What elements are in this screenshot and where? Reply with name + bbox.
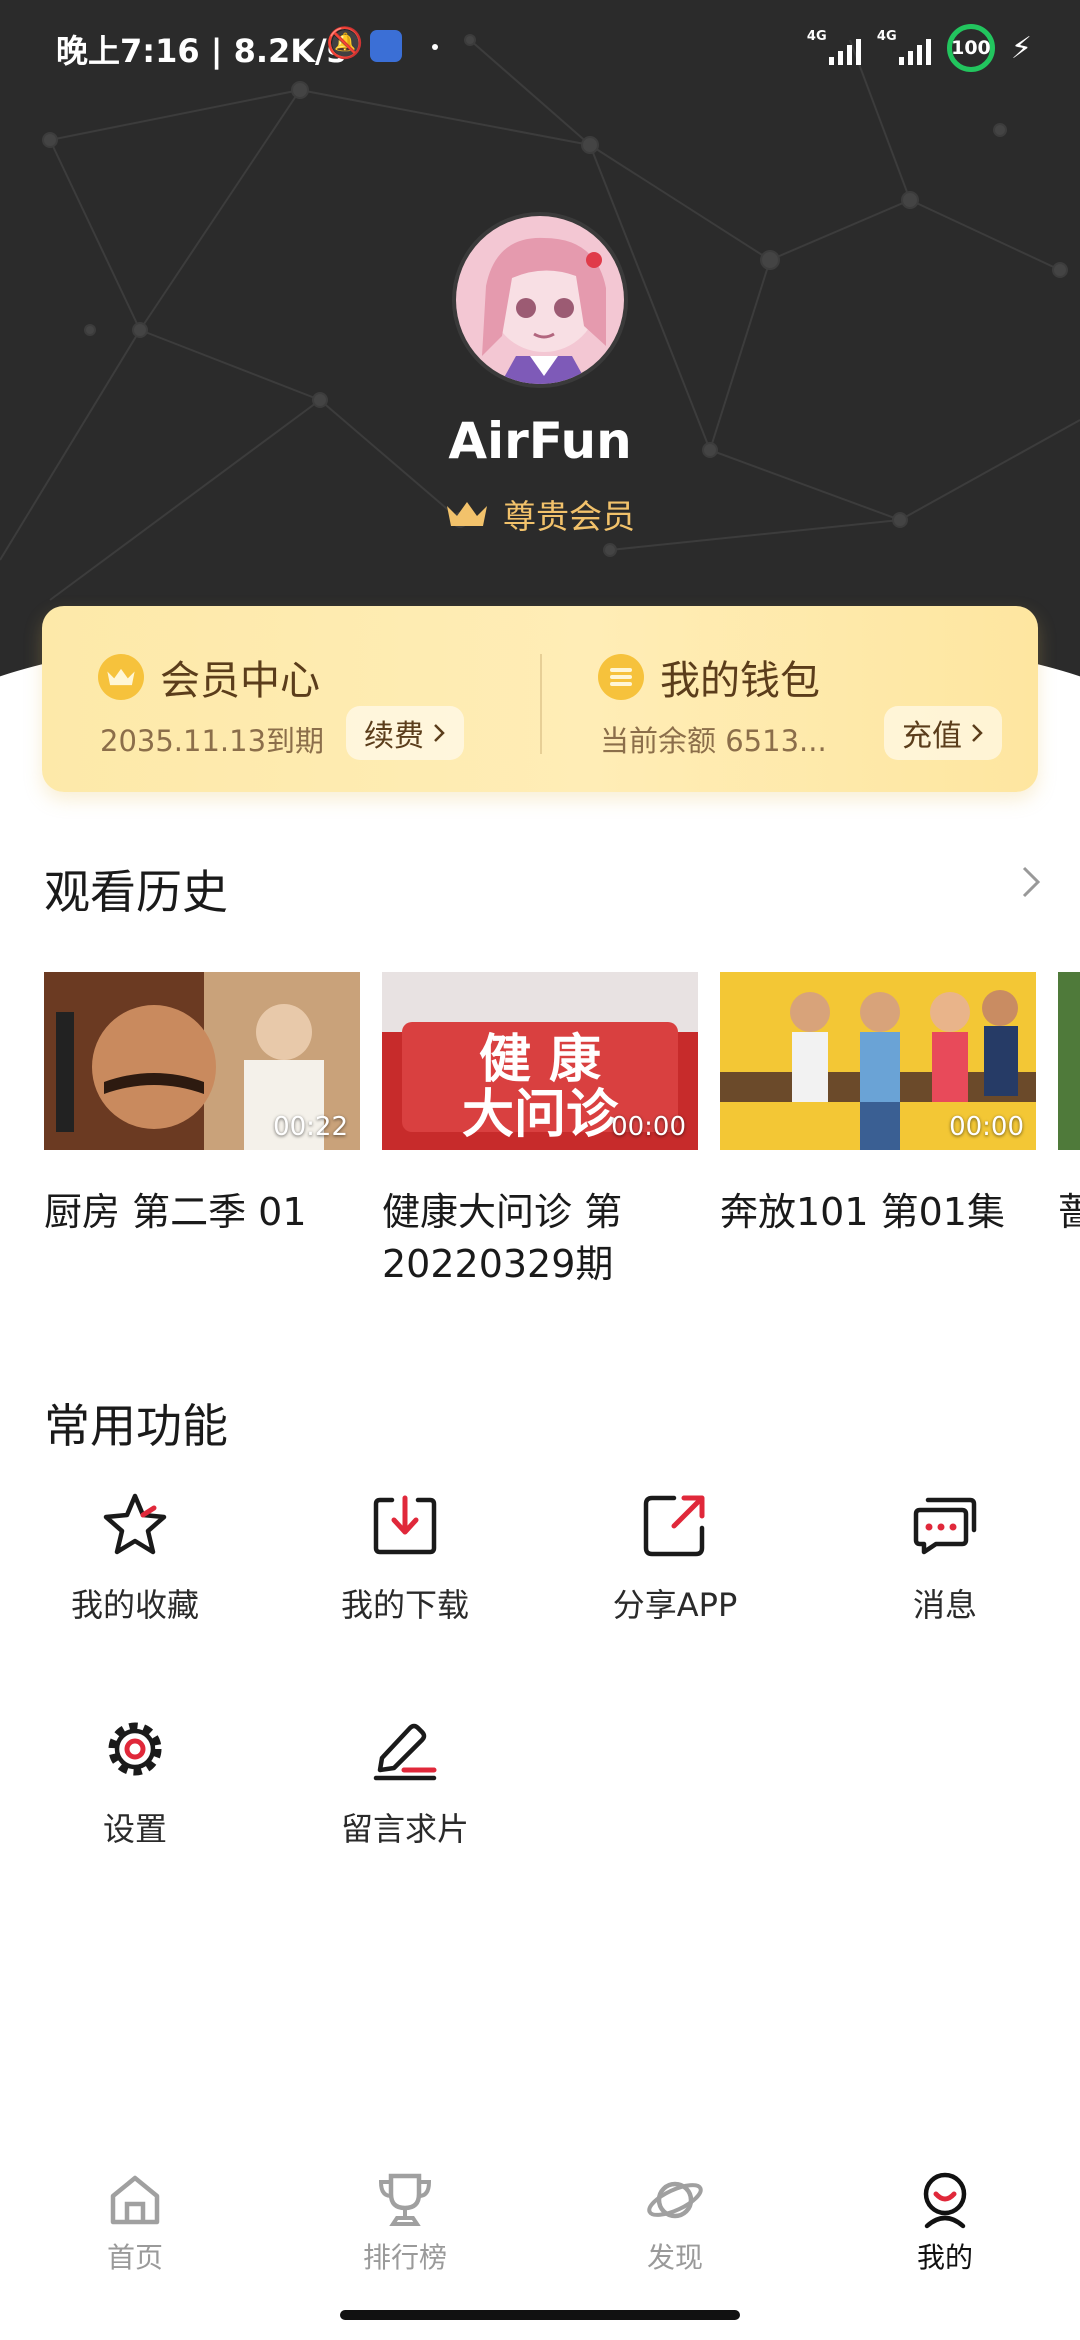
profile-page: 晚上7:16 | 8.2K/s 🔕 4G 4G 100 ⚡ AirFun 尊贵会… bbox=[0, 0, 1080, 2340]
home-icon bbox=[110, 2175, 160, 2225]
battery-level: 100 bbox=[951, 37, 991, 59]
bottom-nav: 首页 排行榜 发现 我的 bbox=[0, 2150, 1080, 2290]
profile-icon bbox=[923, 2172, 967, 2229]
history-more-icon[interactable] bbox=[1014, 862, 1050, 902]
vip-label: 尊贵会员 bbox=[503, 497, 635, 536]
avatar-image bbox=[456, 216, 624, 384]
favorites-button[interactable]: 我的收藏 bbox=[0, 1490, 270, 1660]
nav-home-label: 首页 bbox=[106, 2241, 163, 2274]
status-time: 晚上7:16 | 8.2K/s bbox=[56, 32, 346, 70]
avatar[interactable] bbox=[452, 212, 628, 388]
signal-label: 4G bbox=[876, 29, 897, 44]
history-list: 00:22 厨房 第二季 01 健 康 大问诊 00:00 健康大问诊 第202… bbox=[44, 972, 1080, 1302]
gear-icon bbox=[108, 1722, 162, 1776]
nav-discover[interactable]: 发现 bbox=[540, 2170, 810, 2276]
signal-icon: 4G bbox=[876, 29, 931, 65]
renew-button-label: 续费 bbox=[364, 719, 424, 754]
chevron-right-icon bbox=[972, 724, 983, 742]
wallet-icon bbox=[598, 654, 644, 700]
dot-icon bbox=[432, 44, 438, 50]
nav-ranking-label: 排行榜 bbox=[362, 2241, 447, 2274]
nav-home[interactable]: 首页 bbox=[0, 2170, 270, 2276]
history-duration: 00:00 bbox=[611, 1112, 686, 1142]
history-title: 观看历史 bbox=[44, 865, 228, 919]
history-thumbnail: 00:00 bbox=[720, 972, 1036, 1150]
favorites-label: 我的收藏 bbox=[70, 1586, 199, 1624]
history-item[interactable]: 蔷1 bbox=[1058, 972, 1080, 1238]
home-indicator[interactable] bbox=[340, 2310, 740, 2320]
member-center-title-row: 会员中心 bbox=[98, 648, 320, 706]
planet-icon bbox=[647, 2181, 703, 2219]
wallet[interactable]: 我的钱包 当前余额 6513... 充值 bbox=[542, 606, 1038, 792]
recharge-button[interactable]: 充值 bbox=[884, 706, 1002, 760]
vip-badge: 尊贵会员 bbox=[0, 490, 1080, 538]
history-thumbnail bbox=[1058, 972, 1080, 1150]
member-expiry: 2035.11.13到期 bbox=[100, 724, 325, 758]
history-duration: 00:00 bbox=[949, 1112, 1024, 1142]
request-movie-button[interactable]: 留言求片 bbox=[270, 1714, 540, 1884]
crown-icon bbox=[447, 502, 487, 526]
status-bar: 晚上7:16 | 8.2K/s 🔕 4G 4G 100 ⚡ bbox=[0, 0, 1080, 96]
username: AirFun bbox=[448, 412, 632, 470]
history-duration: 00:22 bbox=[273, 1112, 348, 1142]
history-item-title: 健康大问诊 第20220329期 bbox=[382, 1190, 623, 1286]
functions-title: 常用功能 bbox=[44, 1399, 228, 1453]
member-center-title: 会员中心 bbox=[160, 658, 320, 704]
history-item[interactable]: 00:00 奔放101 第01集 bbox=[720, 972, 1036, 1238]
wallet-title-row: 我的钱包 bbox=[598, 648, 820, 706]
nav-ranking[interactable]: 排行榜 bbox=[270, 2170, 540, 2276]
svg-text:健 康: 健 康 bbox=[479, 1030, 601, 1090]
history-item[interactable]: 健 康 大问诊 00:00 健康大问诊 第20220329期 bbox=[382, 972, 698, 1290]
history-thumbnail: 健 康 大问诊 00:00 bbox=[382, 972, 698, 1150]
profile-header: 晚上7:16 | 8.2K/s 🔕 4G 4G 100 ⚡ AirFun 尊贵会… bbox=[0, 0, 1080, 690]
chevron-right-icon bbox=[434, 724, 445, 742]
history-item[interactable]: 00:22 厨房 第二季 01 bbox=[44, 972, 360, 1238]
downloads-label: 我的下载 bbox=[340, 1586, 469, 1624]
nav-mine-label: 我的 bbox=[916, 2241, 973, 2274]
svg-text:大问诊: 大问诊 bbox=[462, 1085, 619, 1145]
downloads-button[interactable]: 我的下载 bbox=[270, 1490, 540, 1660]
history-item-title: 奔放101 第01集 bbox=[720, 1190, 1005, 1234]
edit-icon bbox=[373, 1723, 437, 1781]
history-thumbnail: 00:22 bbox=[44, 972, 360, 1150]
trophy-icon bbox=[378, 2173, 432, 2226]
settings-label: 设置 bbox=[102, 1810, 167, 1848]
share-app-button[interactable]: 分享APP bbox=[540, 1490, 810, 1660]
battery-icon: 100 bbox=[946, 24, 995, 72]
history-item-title: 厨房 第二季 01 bbox=[44, 1190, 307, 1234]
wallet-balance: 当前余额 6513... bbox=[600, 724, 827, 758]
messages-label: 消息 bbox=[912, 1586, 977, 1624]
wallet-title: 我的钱包 bbox=[660, 658, 820, 704]
signal-icon: 4G bbox=[806, 29, 861, 65]
signal-label: 4G bbox=[806, 29, 827, 44]
mute-icon: 🔕 bbox=[326, 26, 364, 61]
renew-button[interactable]: 续费 bbox=[346, 706, 464, 760]
recharge-button-label: 充值 bbox=[902, 719, 962, 754]
history-item-title: 蔷1 bbox=[1058, 1190, 1080, 1234]
nav-discover-label: 发现 bbox=[646, 2241, 703, 2274]
share-icon bbox=[643, 1495, 705, 1557]
member-center[interactable]: 会员中心 2035.11.13到期 续费 bbox=[42, 606, 540, 792]
messages-button[interactable]: 消息 bbox=[810, 1490, 1080, 1660]
nav-mine[interactable]: 我的 bbox=[810, 2170, 1080, 2276]
status-right: 4G 4G 100 ⚡ bbox=[807, 24, 1032, 72]
download-icon bbox=[373, 1495, 437, 1555]
app-notification-icon bbox=[370, 30, 402, 62]
message-icon bbox=[913, 1497, 977, 1555]
request-movie-label: 留言求片 bbox=[340, 1810, 469, 1848]
charging-icon: ⚡ bbox=[1010, 30, 1032, 66]
share-app-label: 分享APP bbox=[612, 1586, 738, 1624]
star-icon bbox=[103, 1493, 167, 1555]
crown-icon bbox=[98, 654, 144, 700]
vip-card: 会员中心 2035.11.13到期 续费 我的钱包 当前余额 6513... 充… bbox=[42, 606, 1038, 792]
settings-button[interactable]: 设置 bbox=[0, 1714, 270, 1884]
